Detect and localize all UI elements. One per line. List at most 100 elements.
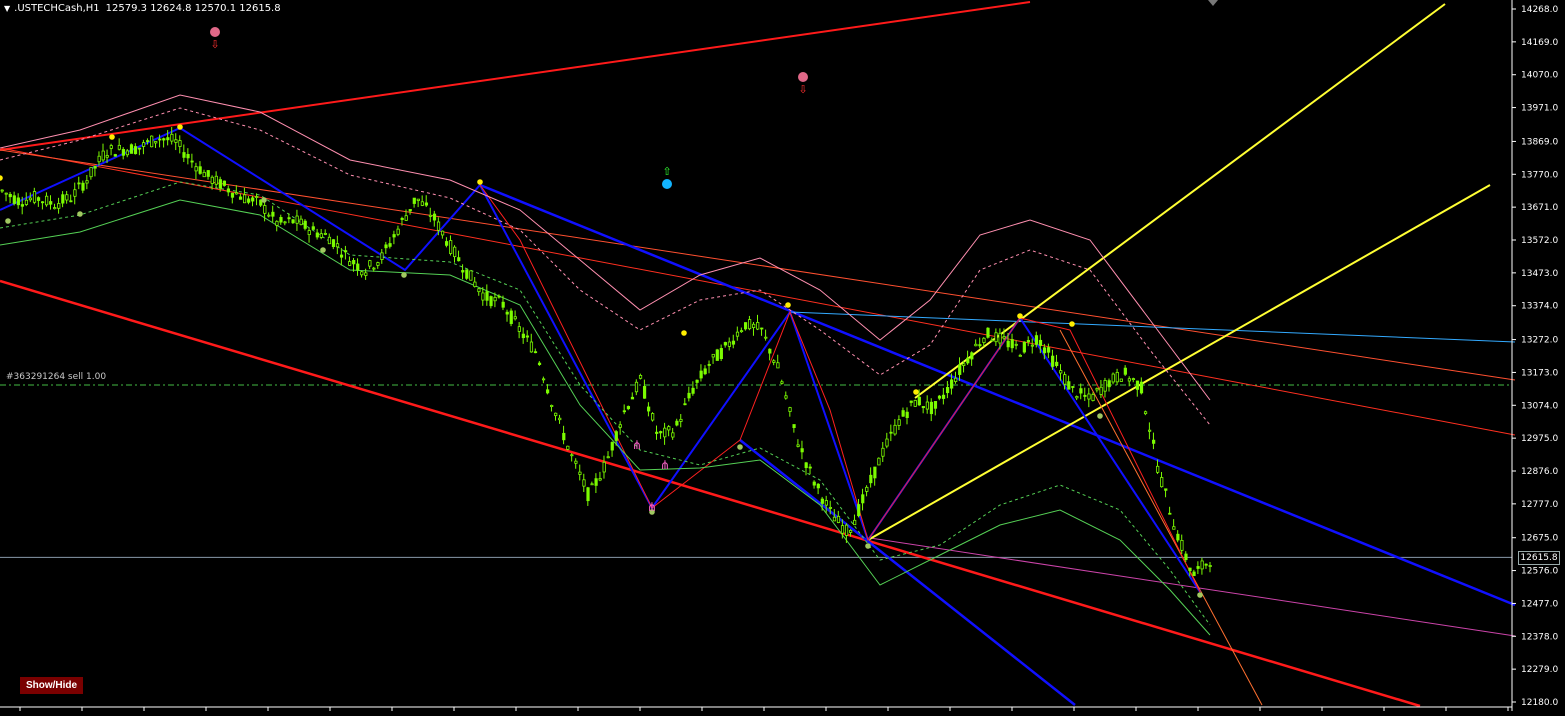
candle-body	[1051, 355, 1055, 367]
candle	[485, 284, 489, 306]
candle	[974, 339, 978, 347]
candle	[723, 341, 727, 348]
candle	[32, 187, 37, 205]
candle-body	[578, 471, 582, 475]
chart-menu-triangle-icon[interactable]: ▼	[4, 4, 10, 13]
candle	[356, 258, 360, 276]
candle-body	[1107, 380, 1111, 388]
candle-body	[570, 454, 574, 457]
candle-body	[93, 165, 97, 169]
candle-body	[388, 243, 392, 247]
candle-body	[12, 195, 16, 204]
candle-body	[1071, 386, 1075, 388]
candle	[49, 195, 53, 210]
candle	[57, 197, 61, 214]
candle	[1067, 375, 1071, 390]
candle-body	[1143, 411, 1148, 415]
candle-body	[812, 481, 816, 486]
candle-body	[836, 515, 841, 523]
candle-body	[764, 336, 768, 339]
buy-arrow-icon: ⇧	[662, 165, 671, 178]
candle	[234, 185, 239, 195]
candle	[1075, 395, 1079, 401]
candle	[566, 445, 570, 451]
candle-body	[679, 418, 683, 422]
candle	[691, 381, 695, 396]
candle-body	[436, 221, 441, 231]
candle-body	[590, 483, 594, 486]
candle-body	[1196, 566, 1200, 569]
chart-canvas[interactable]: ⇩ ⇩ ⇧ ⋔ ⋔ ⋔ 14268.0 14169.0 14070.0 13971.0 13869…	[0, 0, 1565, 711]
candle	[836, 510, 841, 524]
candle-body	[711, 353, 715, 358]
candle	[1184, 551, 1188, 563]
order-line-label[interactable]: #363291264 sell 1.00	[6, 372, 106, 382]
candle-body	[1103, 380, 1107, 392]
candle	[186, 148, 190, 165]
markers-layer: ⇩ ⇩ ⇧ ⋔ ⋔ ⋔	[0, 0, 1218, 598]
candle-body	[477, 288, 481, 293]
fractal-marker-icon: ⋔	[660, 458, 670, 472]
candle	[1014, 340, 1018, 350]
sell-arrow-icon: ⇩	[798, 83, 807, 96]
candle	[457, 250, 461, 262]
candle-body	[901, 410, 905, 417]
candle-body	[424, 202, 429, 206]
candle	[1208, 561, 1212, 573]
red-upper-trendline	[0, 1, 1031, 151]
candle-body	[1030, 344, 1035, 347]
candle-body	[41, 201, 45, 204]
candle-body	[1087, 393, 1091, 400]
candle-body	[683, 403, 687, 406]
swing-high-dot	[681, 330, 687, 336]
candle	[687, 386, 691, 402]
candle	[77, 176, 81, 190]
candle	[594, 473, 598, 494]
candle-body	[828, 507, 833, 509]
candle-body	[655, 431, 659, 434]
candle-body	[412, 197, 416, 204]
candle	[137, 147, 142, 156]
candle	[699, 364, 703, 382]
candle-body	[97, 155, 101, 163]
candle	[416, 198, 420, 208]
price-chart[interactable]: ⇩ ⇩ ⇧ ⋔ ⋔ ⋔ 14268.0 14169.0 14070.0 13971.0 13869…	[0, 0, 1565, 711]
candle-body	[1127, 378, 1131, 382]
candle	[1103, 377, 1107, 398]
candle-body	[133, 146, 138, 155]
candle-body	[1180, 540, 1184, 551]
candle-body	[69, 200, 73, 203]
candle	[804, 461, 808, 476]
candle-body	[206, 170, 210, 177]
candle-body	[832, 516, 837, 522]
candle-body	[780, 381, 784, 384]
candle-body	[497, 295, 501, 298]
candle	[1172, 519, 1176, 530]
candle	[719, 344, 723, 362]
candle-body	[566, 445, 570, 450]
candle	[978, 337, 982, 349]
show-hide-button[interactable]: Show/Hide	[20, 677, 83, 694]
candle	[554, 412, 558, 421]
candle	[533, 348, 538, 354]
candle-body	[1111, 373, 1115, 383]
y-tick-label: 12675.0	[1521, 534, 1558, 544]
candle-body	[234, 192, 239, 195]
candle	[739, 327, 744, 333]
candle	[764, 329, 768, 341]
candle-body	[65, 194, 69, 201]
candle	[445, 237, 449, 248]
swing-low-dot	[320, 247, 326, 253]
candle	[776, 354, 780, 369]
candle	[598, 471, 602, 482]
candle-body	[840, 525, 845, 534]
candle-body	[1172, 526, 1176, 530]
candle	[327, 233, 332, 245]
candle-body	[400, 217, 404, 220]
candle-body	[81, 182, 85, 191]
candle-body	[1192, 571, 1196, 577]
candle	[986, 327, 990, 339]
candle-body	[36, 197, 41, 201]
candle	[121, 147, 126, 160]
candle	[1107, 378, 1111, 392]
